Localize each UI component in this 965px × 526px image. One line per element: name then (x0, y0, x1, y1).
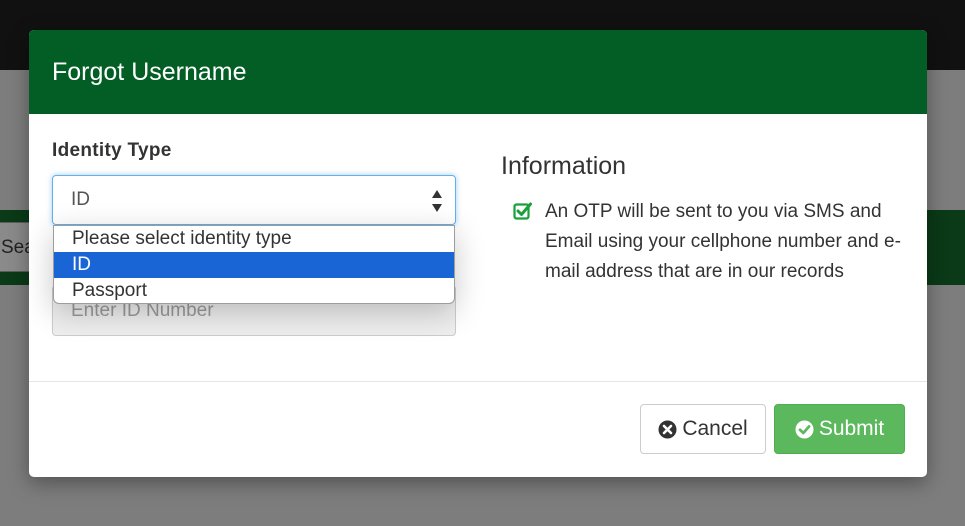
identity-type-dropdown: Please select identity type ID Passport (53, 225, 455, 304)
identity-type-label: Identity Type (52, 140, 172, 161)
identity-type-selected-value: ID (71, 189, 90, 210)
up-down-arrows-icon (432, 190, 442, 212)
dropdown-option-please-select[interactable]: Please select identity type (54, 226, 454, 252)
submit-button-label: Submit (818, 417, 885, 440)
submit-button[interactable]: Submit (774, 404, 905, 454)
cancel-button[interactable]: Cancel (640, 404, 766, 454)
modal-footer-divider (29, 381, 927, 382)
identity-type-select[interactable]: ID (52, 175, 456, 225)
information-title: Information (501, 152, 627, 180)
dropdown-option-passport[interactable]: Passport (54, 278, 454, 303)
modal-title: Forgot Username (52, 58, 247, 86)
forgot-username-modal: Forgot Username Identity Type ID Enter I… (29, 30, 927, 477)
times-circle-icon (658, 420, 677, 438)
dropdown-option-id[interactable]: ID (54, 252, 454, 278)
modal-header: Forgot Username (29, 30, 927, 114)
cancel-button-label: Cancel (682, 417, 748, 440)
checked-square-icon (513, 202, 532, 220)
information-text: An OTP will be sent to you via SMS and E… (545, 201, 901, 282)
check-circle-icon (795, 420, 814, 438)
